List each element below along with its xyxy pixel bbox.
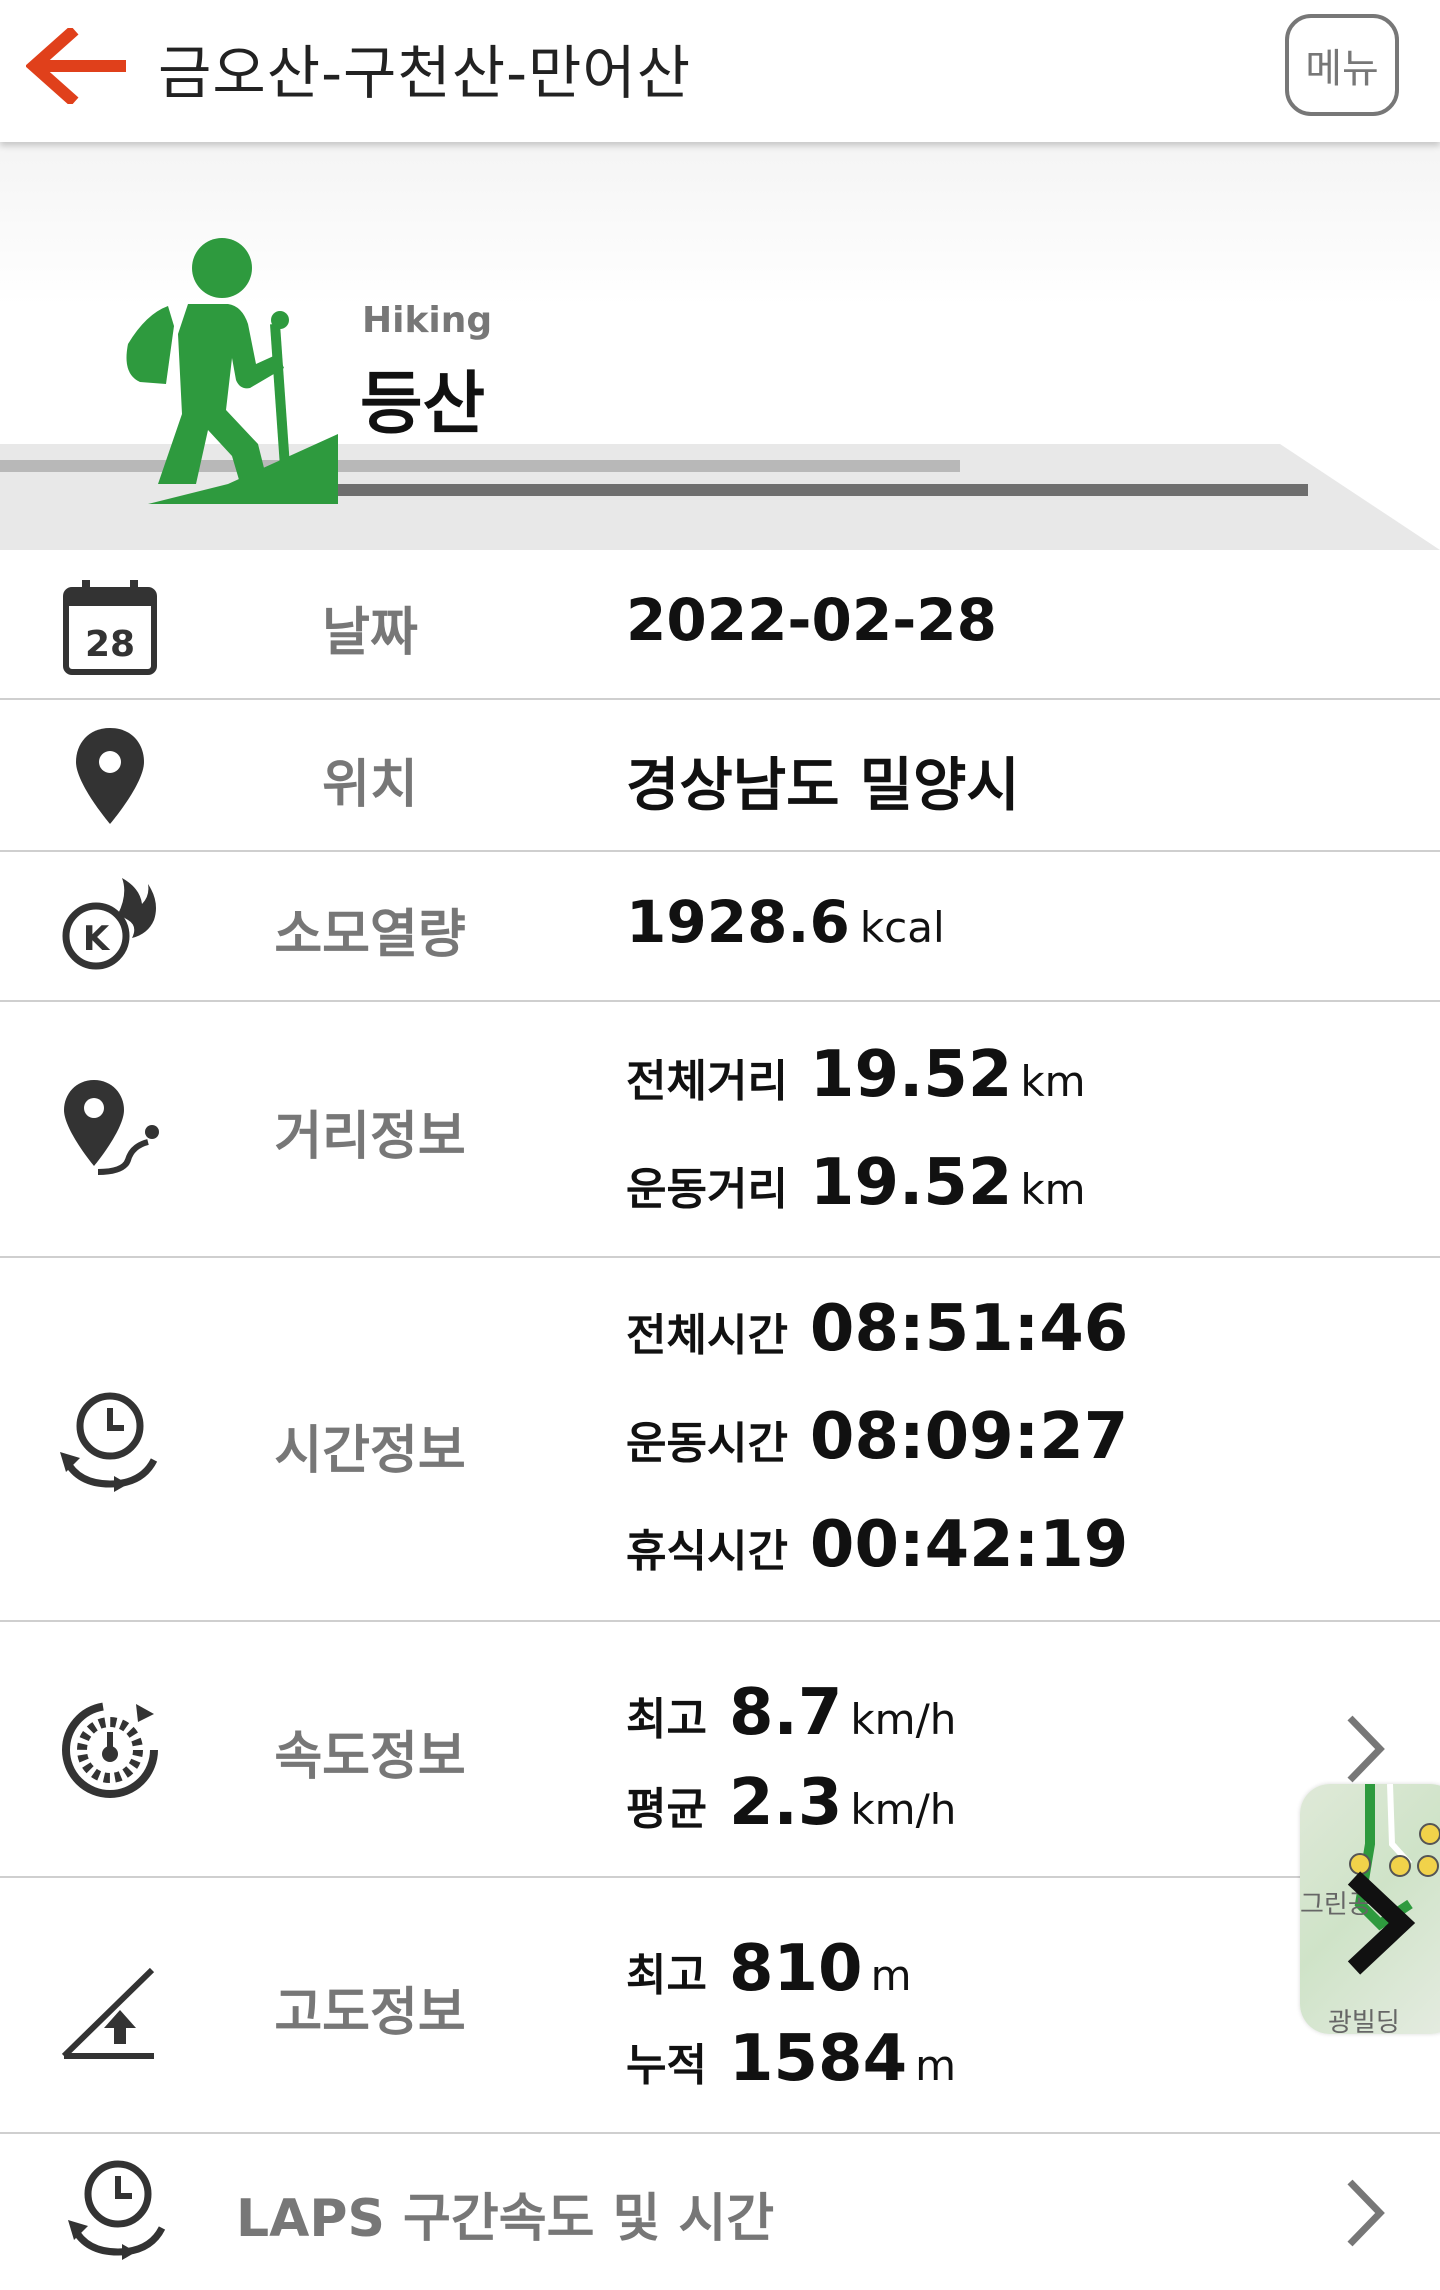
rest-time-label: 휴식시간 [626,1526,788,1577]
calendar-icon: 28 [63,580,157,675]
time-label: 시간정보 [274,1421,466,1481]
total-distance-label: 전체거리 [626,1056,788,1107]
activity-name-en: Hiking [362,300,493,341]
calories-unit: kcal [859,903,945,952]
total-time-value: 08:51:46 [809,1292,1129,1366]
total-distance-value: 19.52 [809,1038,1013,1112]
cumulative-altitude-value: 1584 [728,2022,908,2096]
speed-row[interactable]: 속도정보 최고 8.7 km/h 평균 2.3 km/h [0,1622,1440,1878]
moving-time-value: 08:09:27 [809,1400,1129,1474]
avg-speed-value: 2.3 [728,1766,843,1840]
rest-time: 휴식시간 00:42:19 [626,1508,1128,1582]
hiker-icon [126,238,338,504]
calendar-day: 28 [85,624,135,665]
rest-time-value: 00:42:19 [809,1508,1129,1582]
altitude-label: 고도정보 [274,1983,466,2043]
activity-hero: Hiking 등산 [0,142,1440,550]
laps-chevron-right-icon[interactable] [1340,2176,1390,2250]
total-distance-unit: km [1020,1057,1086,1106]
calorie-flame-icon: K [62,878,156,970]
cumulative-altitude-unit: m [915,2041,957,2090]
max-speed-label: 최고 [626,1694,707,1745]
distance-route-icon [64,1080,159,1175]
calories-value: 1928.6 [626,888,850,956]
avg-speed-label: 평균 [626,1784,707,1835]
calories-label: 소모열량 [274,905,466,965]
location-pin-icon [76,728,144,824]
speedometer-icon [62,1702,158,1798]
max-altitude-value: 810 [728,1932,863,2006]
max-speed-value: 8.7 [728,1676,843,1750]
time-clock-icon [60,1392,158,1492]
date-value: 2022-02-28 [626,586,997,654]
calories-row: K 소모열량 1928.6 kcal [0,852,1440,1002]
page-title: 금오산-구천산-만어산 [158,39,692,107]
moving-distance: 운동거리 19.52 km [626,1146,1086,1220]
map-open-arrow-icon[interactable] [1340,1868,1420,1978]
max-altitude: 최고 810 m [626,1932,911,2006]
activity-name-ko: 등산 [360,365,486,444]
moving-distance-unit: km [1020,1165,1086,1214]
menu-button[interactable]: 메뉴 [1285,14,1399,116]
map-label-bottom: 광빌딩 [1328,2008,1400,2034]
altitude-row: 고도정보 최고 810 m 누적 1584 m [0,1878,1440,2134]
svg-text:K: K [83,919,111,959]
moving-time-label: 운동시간 [626,1418,788,1469]
laps-row[interactable]: LAPS 구간속도 및 시간 [0,2134,1440,2290]
avg-speed: 평균 2.3 km/h [626,1766,956,1840]
date-row: 28 날짜 2022-02-28 [0,550,1440,700]
location-value: 경상남도 밀양시 [626,751,1020,819]
location-label: 위치 [322,755,418,815]
max-speed-unit: km/h [850,1695,957,1744]
time-row: 시간정보 전체시간 08:51:46 운동시간 08:09:27 휴식시간 00:42… [0,1258,1440,1622]
altitude-icon [61,1967,155,2059]
chevron-right-icon[interactable] [1340,1712,1390,1786]
total-time: 전체시간 08:51:46 [626,1292,1128,1366]
map-thumbnail[interactable]: 그린공 광빌딩 [1300,1784,1440,2034]
calories-value-group: 1928.6 kcal [626,888,945,956]
speed-label: 속도정보 [274,1727,466,1787]
moving-distance-label: 운동거리 [626,1164,788,1215]
total-time-label: 전체시간 [626,1310,788,1361]
back-arrow-icon[interactable] [26,28,130,104]
total-distance: 전체거리 19.52 km [626,1038,1086,1112]
app-header: 금오산-구천산-만어산 메뉴 [0,0,1440,142]
laps-label: LAPS 구간속도 및 시간 [236,2189,775,2249]
cumulative-altitude: 누적 1584 m [626,2022,956,2096]
distance-label: 거리정보 [274,1107,466,1167]
max-speed: 최고 8.7 km/h [626,1676,956,1750]
distance-row: 거리정보 전체거리 19.52 km 운동거리 19.52 km [0,1002,1440,1258]
max-altitude-unit: m [870,1951,912,2000]
avg-speed-unit: km/h [850,1785,957,1834]
moving-time: 운동시간 08:09:27 [626,1400,1128,1474]
date-label: 날짜 [322,603,418,663]
location-row: 위치 경상남도 밀양시 [0,700,1440,852]
laps-clock-icon [68,2160,166,2260]
max-altitude-label: 최고 [626,1950,707,2001]
cumulative-altitude-label: 누적 [626,2040,707,2091]
moving-distance-value: 19.52 [809,1146,1013,1220]
